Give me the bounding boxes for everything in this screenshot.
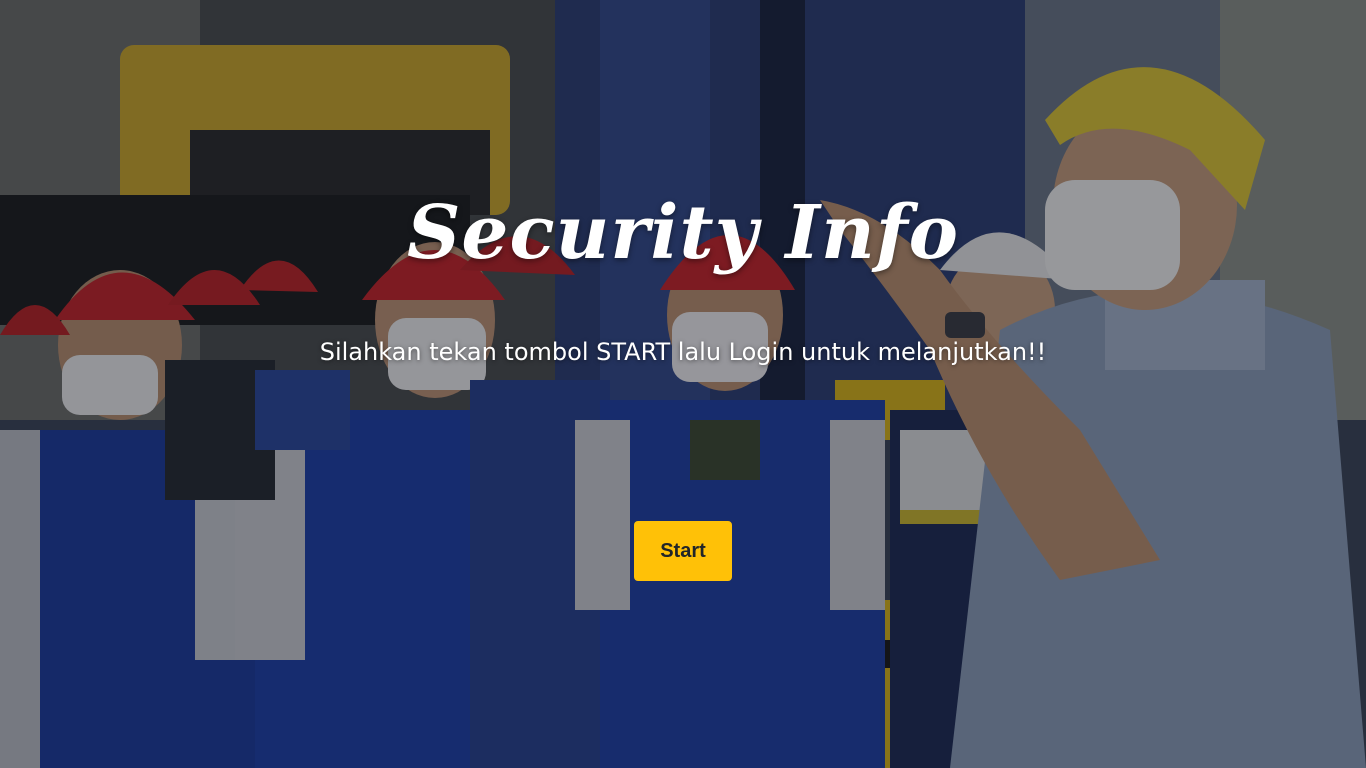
hero-section: Security Info Silahkan tekan tombol STAR…	[0, 0, 1366, 768]
page-title: Security Info	[406, 190, 960, 276]
start-button[interactable]: Start	[634, 521, 732, 581]
dark-overlay	[0, 0, 1366, 768]
page-subtitle: Silahkan tekan tombol START lalu Login u…	[319, 338, 1047, 366]
